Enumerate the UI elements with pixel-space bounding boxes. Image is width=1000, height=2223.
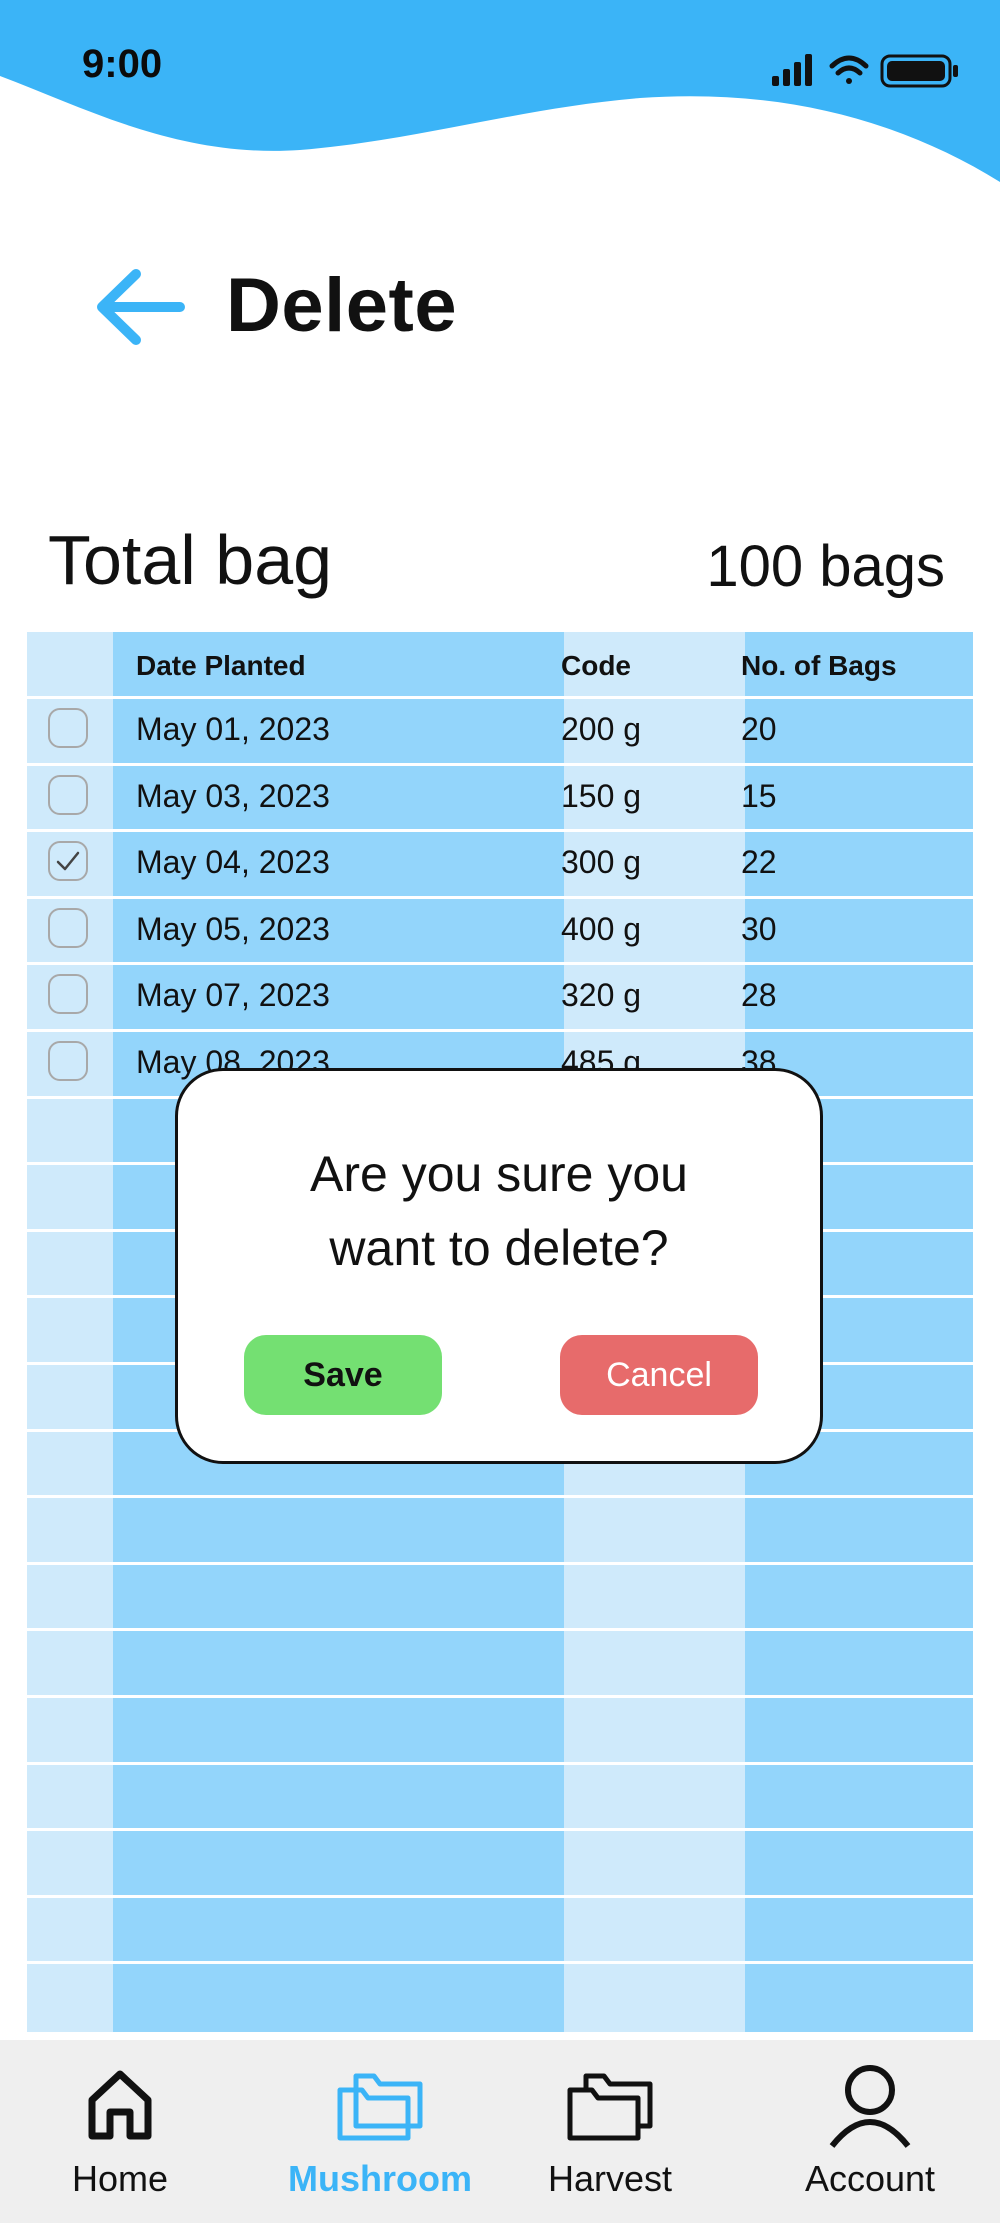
row-checkbox[interactable] — [48, 907, 88, 948]
battery-icon — [880, 54, 958, 88]
header-wave — [0, 0, 1000, 182]
code-cell: 200 g — [561, 711, 642, 747]
home-icon — [88, 2070, 152, 2140]
signal-icon — [772, 54, 812, 86]
nav-item-home[interactable]: Home — [40, 2040, 200, 2223]
bags-cell: 20 — [741, 711, 777, 747]
folders-icon — [567, 2073, 653, 2141]
code-cell: 150 g — [561, 777, 642, 814]
bottom-nav: Home Mushroom Harvest Account — [0, 2040, 1000, 2223]
dialog-message-line1: Are you sure you — [310, 1146, 688, 1202]
row-divider — [27, 1961, 973, 1965]
row-checkbox[interactable] — [48, 841, 88, 882]
user-icon — [829, 2065, 911, 2148]
header-code: Code — [561, 650, 631, 681]
row-checkbox[interactable] — [48, 974, 88, 1015]
status-icons — [772, 54, 958, 88]
status-time: 9:00 — [82, 42, 163, 86]
delete-confirmation-dialog: Are you sure you want to delete? Save Ca… — [175, 1068, 823, 1464]
row-divider — [27, 895, 973, 899]
row-divider — [27, 1628, 973, 1632]
code-cell: 300 g — [561, 844, 642, 881]
dialog-message-line2: want to delete? — [329, 1220, 669, 1276]
row-divider — [27, 1761, 973, 1765]
nav-label-account: Account — [804, 2158, 936, 2199]
total-bag-value: 100 bags — [706, 534, 945, 599]
bags-cell: 30 — [741, 910, 777, 947]
row-divider — [27, 829, 973, 833]
nav-item-harvest[interactable]: Harvest — [535, 2040, 685, 2223]
bags-cell: 22 — [741, 844, 777, 881]
row-divider — [27, 1695, 973, 1698]
row-divider — [27, 1495, 973, 1499]
code-cell: 320 g — [561, 977, 642, 1014]
nav-label-harvest: Harvest — [547, 2158, 673, 2199]
row-divider — [27, 1894, 973, 1898]
folder-icon — [337, 2073, 423, 2141]
wifi-icon — [829, 55, 869, 84]
row-divider — [27, 1029, 973, 1032]
header-no-of-bags: No. of Bags — [741, 650, 897, 681]
total-bag-label: Total bag — [48, 521, 333, 599]
row-divider — [27, 962, 973, 966]
bags-cell: 15 — [741, 777, 777, 814]
row-divider — [27, 762, 973, 766]
date-cell: May 04, 2023 — [136, 844, 330, 881]
nav-item-mushroom[interactable]: Mushroom — [270, 2040, 490, 2223]
bags-cell: 28 — [741, 977, 777, 1014]
row-divider — [27, 696, 973, 699]
header-date-planted: Date Planted — [136, 650, 306, 681]
date-cell: May 03, 2023 — [136, 777, 330, 814]
save-button[interactable]: Save — [244, 1335, 442, 1415]
row-checkbox[interactable] — [48, 774, 88, 815]
arrow-left-icon — [97, 269, 185, 345]
nav-label-home: Home — [71, 2158, 169, 2199]
cancel-button[interactable]: Cancel — [560, 1335, 758, 1415]
page-title: Delete — [226, 263, 458, 348]
row-checkbox[interactable] — [48, 1041, 88, 1081]
checkmark-icon — [56, 851, 80, 871]
code-cell: 400 g — [561, 910, 642, 947]
row-divider — [27, 1561, 973, 1565]
dialog-message: Are you sure you want to delete? — [178, 1137, 820, 1285]
nav-item-account[interactable]: Account — [785, 2040, 955, 2223]
nav-label-mushroom: Mushroom — [288, 2158, 472, 2199]
back-button[interactable] — [92, 262, 192, 352]
date-cell: May 01, 2023 — [136, 711, 330, 747]
date-cell: May 05, 2023 — [136, 910, 330, 947]
row-divider — [27, 1828, 973, 1832]
date-cell: May 07, 2023 — [136, 977, 330, 1014]
row-checkbox[interactable] — [48, 708, 88, 748]
